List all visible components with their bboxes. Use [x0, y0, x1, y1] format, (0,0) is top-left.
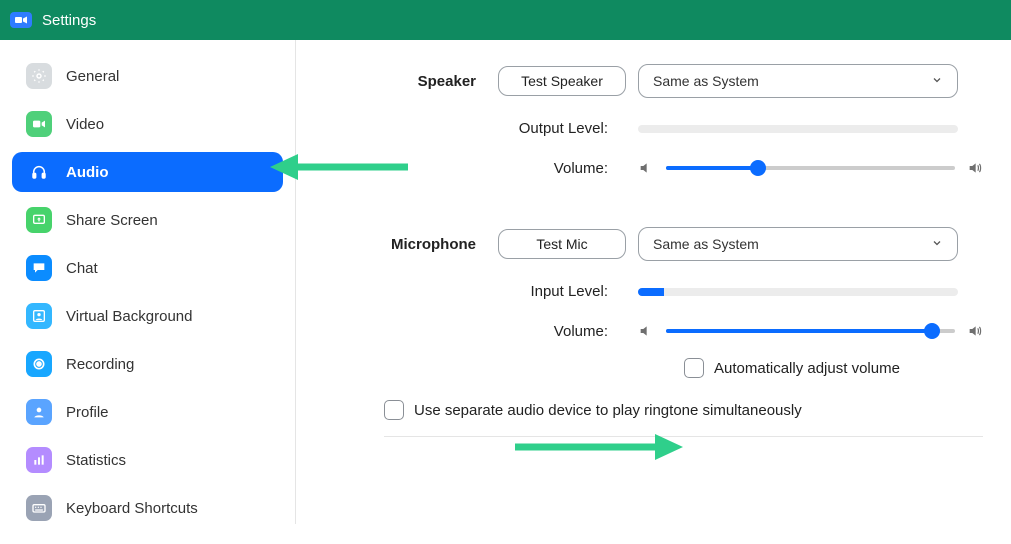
test-mic-button[interactable]: Test Mic [498, 229, 626, 259]
speaker-volume-slider[interactable] [666, 159, 955, 177]
sidebar-item-label: Keyboard Shortcuts [66, 500, 198, 517]
sidebar-item-label: Video [66, 116, 104, 133]
record-icon [26, 351, 52, 377]
sidebar-item-recording[interactable]: Recording [12, 344, 283, 384]
speaker-heading: Speaker [336, 73, 476, 90]
chevron-down-icon [931, 236, 943, 252]
volume-low-icon [638, 160, 654, 176]
volume-low-icon [638, 323, 654, 339]
input-level-label: Input Level: [336, 283, 616, 300]
volume-high-icon [967, 160, 983, 176]
output-level-meter [638, 125, 958, 133]
sidebar-item-label: Virtual Background [66, 308, 192, 325]
microphone-heading: Microphone [336, 236, 476, 253]
section-divider [384, 436, 983, 437]
sidebar-item-keyboard-shortcuts[interactable]: Keyboard Shortcuts [12, 488, 283, 528]
bar-chart-icon [26, 447, 52, 473]
microphone-device-value: Same as System [653, 236, 759, 252]
window-titlebar: Settings [0, 0, 1011, 40]
settings-content-audio: Speaker Test Speaker Same as System Outp… [296, 40, 1011, 524]
sidebar-item-chat[interactable]: Chat [12, 248, 283, 288]
sidebar-item-label: Profile [66, 404, 109, 421]
chevron-down-icon [931, 73, 943, 89]
sidebar-item-video[interactable]: Video [12, 104, 283, 144]
video-icon [26, 111, 52, 137]
microphone-volume-slider[interactable] [666, 322, 955, 340]
microphone-device-dropdown[interactable]: Same as System [638, 227, 958, 261]
separate-ringtone-checkbox[interactable] [384, 400, 404, 420]
sidebar-item-profile[interactable]: Profile [12, 392, 283, 432]
sidebar-item-label: Chat [66, 260, 98, 277]
sidebar-item-virtual-background[interactable]: Virtual Background [12, 296, 283, 336]
output-level-label: Output Level: [336, 120, 616, 137]
auto-adjust-volume-label: Automatically adjust volume [714, 360, 900, 377]
headphones-icon [26, 159, 52, 185]
auto-adjust-volume-checkbox[interactable] [684, 358, 704, 378]
sidebar-item-label: General [66, 68, 119, 85]
test-speaker-button[interactable]: Test Speaker [498, 66, 626, 96]
keyboard-icon [26, 495, 52, 521]
speaker-device-dropdown[interactable]: Same as System [638, 64, 958, 98]
settings-sidebar: General Video Audio Share Screen [0, 40, 296, 524]
sidebar-item-label: Share Screen [66, 212, 158, 229]
sidebar-item-label: Recording [66, 356, 134, 373]
sidebar-item-label: Statistics [66, 452, 126, 469]
sidebar-item-audio[interactable]: Audio [12, 152, 283, 192]
app-icon [10, 12, 32, 28]
sidebar-item-share-screen[interactable]: Share Screen [12, 200, 283, 240]
sidebar-item-general[interactable]: General [12, 56, 283, 96]
speaker-device-value: Same as System [653, 73, 759, 89]
chat-icon [26, 255, 52, 281]
volume-high-icon [967, 323, 983, 339]
microphone-volume-label: Volume: [336, 323, 616, 340]
person-frame-icon [26, 303, 52, 329]
gear-icon [26, 63, 52, 89]
share-screen-icon [26, 207, 52, 233]
input-level-meter [638, 288, 958, 296]
speaker-volume-label: Volume: [336, 160, 616, 177]
sidebar-item-label: Audio [66, 164, 109, 181]
separate-ringtone-label: Use separate audio device to play ringto… [414, 402, 802, 419]
window-title: Settings [42, 12, 96, 29]
person-icon [26, 399, 52, 425]
sidebar-item-statistics[interactable]: Statistics [12, 440, 283, 480]
